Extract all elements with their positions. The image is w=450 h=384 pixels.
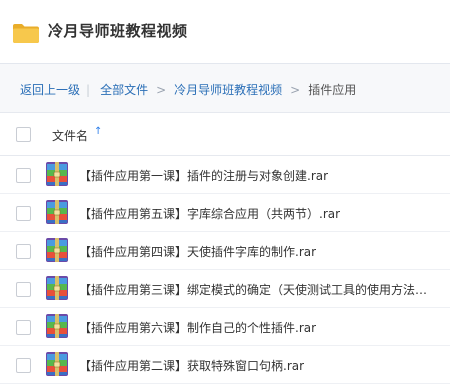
rar-archive-icon xyxy=(46,200,68,224)
row-checkbox[interactable] xyxy=(16,282,31,297)
chevron-right-icon: > xyxy=(156,82,167,97)
table-header: 文件名 ↑ xyxy=(0,113,450,156)
chevron-right-icon: > xyxy=(290,82,301,97)
file-row[interactable]: 【插件应用第三课】绑定模式的确定（天使测试工具的使用方法… xyxy=(0,270,450,308)
breadcrumb-divider: | xyxy=(86,82,91,97)
folder-title: 冷月导师班教程视频 xyxy=(48,22,188,40)
rar-archive-icon xyxy=(46,238,68,262)
select-all-checkbox[interactable] xyxy=(16,127,31,142)
file-name[interactable]: 【插件应用第五课】字库综合应用（共两节）.rar xyxy=(79,205,340,222)
breadcrumb-bar: 返回上一级 | 全部文件 > 冷月导师班教程视频 > 插件应用 xyxy=(0,64,450,113)
file-name[interactable]: 【插件应用第六课】制作自己的个性插件.rar xyxy=(79,319,316,336)
breadcrumb: 返回上一级 | 全部文件 > 冷月导师班教程视频 > 插件应用 xyxy=(20,81,356,98)
back-link[interactable]: 返回上一级 xyxy=(20,81,80,98)
file-name[interactable]: 【插件应用第一课】插件的注册与对象创建.rar xyxy=(79,167,328,184)
row-checkbox[interactable] xyxy=(16,358,31,373)
rar-archive-icon xyxy=(46,162,68,186)
row-checkbox[interactable] xyxy=(16,320,31,335)
file-row[interactable]: 【插件应用第二课】获取特殊窗口句柄.rar xyxy=(0,346,450,384)
rar-archive-icon xyxy=(46,352,68,376)
row-checkbox[interactable] xyxy=(16,206,31,221)
breadcrumb-current: 插件应用 xyxy=(308,83,357,97)
row-checkbox[interactable] xyxy=(16,244,31,259)
row-checkbox[interactable] xyxy=(16,168,31,183)
breadcrumb-parent-folder[interactable]: 冷月导师班教程视频 xyxy=(174,81,282,98)
page-header: 冷月导师班教程视频 xyxy=(0,0,450,64)
file-name[interactable]: 【插件应用第二课】获取特殊窗口句柄.rar xyxy=(79,357,304,374)
file-list: 【插件应用第一课】插件的注册与对象创建.rar 【插件应用第五课】字库综合应用（… xyxy=(0,156,450,384)
column-header-filename[interactable]: 文件名 xyxy=(52,127,88,144)
breadcrumb-all-files[interactable]: 全部文件 xyxy=(100,81,148,98)
file-row[interactable]: 【插件应用第一课】插件的注册与对象创建.rar xyxy=(0,156,450,194)
sort-ascending-icon[interactable]: ↑ xyxy=(94,126,102,137)
file-row[interactable]: 【插件应用第六课】制作自己的个性插件.rar xyxy=(0,308,450,346)
folder-icon xyxy=(13,24,39,43)
file-row[interactable]: 【插件应用第四课】天使插件字库的制作.rar xyxy=(0,232,450,270)
file-name[interactable]: 【插件应用第三课】绑定模式的确定（天使测试工具的使用方法… xyxy=(79,281,427,298)
file-name[interactable]: 【插件应用第四课】天使插件字库的制作.rar xyxy=(79,243,316,260)
rar-archive-icon xyxy=(46,314,68,338)
file-row[interactable]: 【插件应用第五课】字库综合应用（共两节）.rar xyxy=(0,194,450,232)
rar-archive-icon xyxy=(46,276,68,300)
